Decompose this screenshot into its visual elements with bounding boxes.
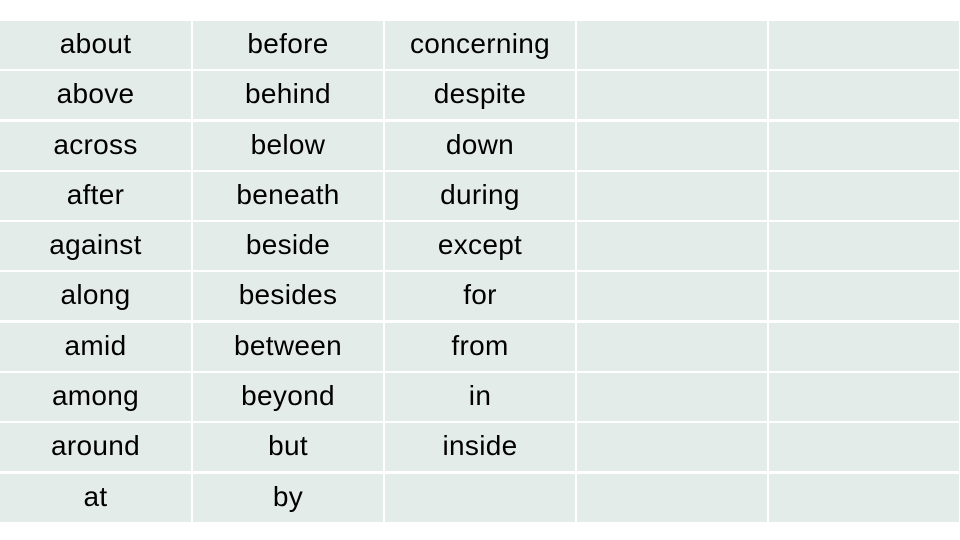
cell-text: at [83,480,108,512]
table-cell: at [0,473,191,522]
cell-text: above [56,78,135,110]
table-cell [769,473,959,522]
table-cell [577,121,767,170]
cell-text: inside [442,430,518,462]
table-cell [769,373,959,422]
table-cell [577,322,767,371]
cell-text: but [268,430,308,462]
cell-text: along [60,279,131,311]
cell-text: below [250,128,326,160]
table-cell [577,21,767,69]
table-cell: below [193,121,383,170]
table-cell: after [0,171,191,220]
table-cell: beyond [193,373,383,422]
cell-text: from [451,329,509,361]
cell-text: for [463,279,497,311]
table-cell [577,71,767,120]
cell-text: except [437,229,523,261]
table-cell: around [0,423,191,472]
table-cell: in [385,373,575,422]
preposition-table: about before concerning above behind despite a… [0,21,959,522]
cell-text: between [234,329,342,361]
cell-text: beyond [241,380,335,412]
cell-text: across [53,128,138,160]
table-cell: among [0,373,191,422]
cell-text: beneath [236,178,340,210]
cell-text: about [59,28,132,59]
cell-text: besides [238,279,338,311]
table-cell [577,423,767,472]
table-cell: for [385,272,575,321]
table-cell: except [385,222,575,271]
table-cell: before [193,21,383,69]
table-cell: above [0,71,191,120]
cell-text: down [445,128,515,160]
table-cell: besides [193,272,383,321]
cell-text: behind [245,78,331,110]
table-cell [385,473,575,522]
cell-text: beside [245,229,331,261]
table-cell [769,423,959,472]
table-cell [769,121,959,170]
table-cell: between [193,322,383,371]
cell-text: concerning [410,28,550,59]
table-cell: inside [385,423,575,472]
table-cell [769,222,959,271]
cell-text: around [51,430,140,462]
table-cell: down [385,121,575,170]
cell-text: by [272,480,304,512]
cell-text: after [66,178,125,210]
table-cell: about [0,21,191,69]
table-cell: along [0,272,191,321]
table-cell [769,71,959,120]
table-cell: across [0,121,191,170]
table-cell [769,171,959,220]
cell-text: in [468,380,492,412]
table-cell: concerning [385,21,575,69]
cell-text: amid [64,329,127,361]
table-cell [577,272,767,321]
table-cell: behind [193,71,383,120]
table-cell: during [385,171,575,220]
table-cell: despite [385,71,575,120]
table-cell: beside [193,222,383,271]
cell-text: before [247,28,329,59]
cell-text: among [51,380,140,412]
cell-text: despite [433,78,527,110]
table-cell [577,473,767,522]
table-cell [577,373,767,422]
table-cell: but [193,423,383,472]
table-cell: by [193,473,383,522]
cell-text: against [49,229,142,261]
table-cell: from [385,322,575,371]
table-cell: amid [0,322,191,371]
table-cell [769,322,959,371]
table-cell [577,171,767,220]
table-cell: beneath [193,171,383,220]
cell-text: during [440,178,520,210]
table-cell [577,222,767,271]
table-cell: against [0,222,191,271]
table-cell [769,21,959,69]
table-cell [769,272,959,321]
